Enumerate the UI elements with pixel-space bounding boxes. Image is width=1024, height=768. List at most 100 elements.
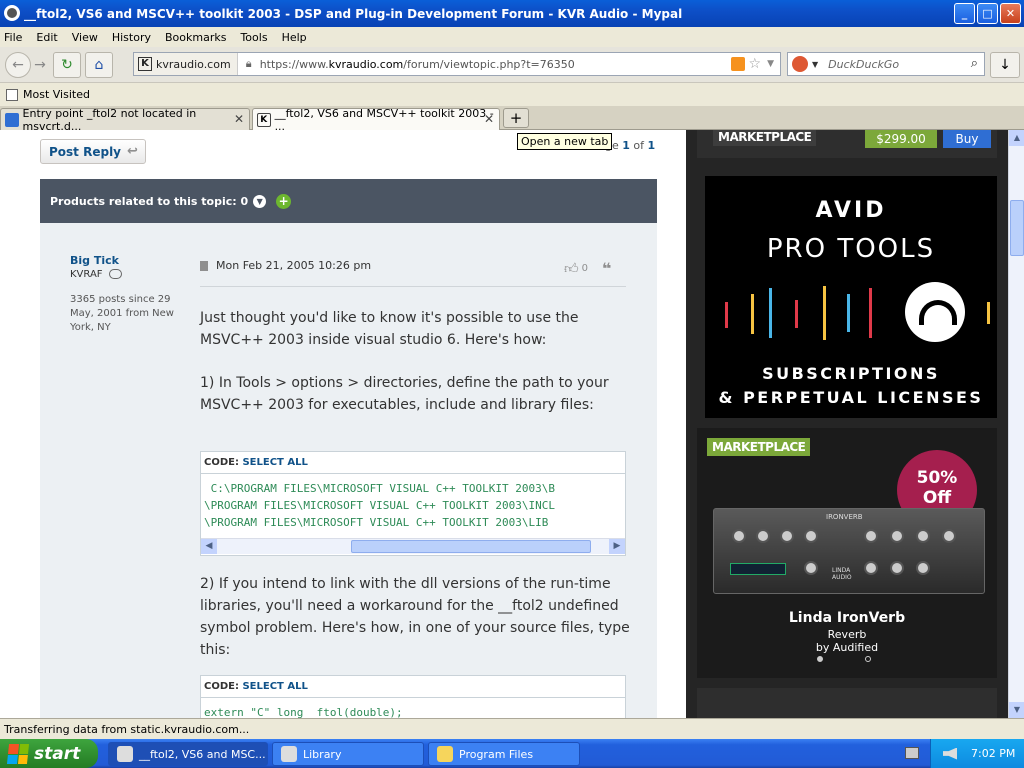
back-button[interactable]: ← (5, 51, 31, 78)
quote-icon[interactable]: ❝ (602, 259, 611, 278)
speaker-icon[interactable] (943, 747, 957, 760)
menu-file[interactable]: File (4, 31, 22, 44)
forum-post: Big Tick KVRAF 3365 posts since 29 May, … (40, 223, 657, 718)
search-input[interactable]: DuckDuckGo (828, 58, 899, 71)
code-block: CODE: SELECT ALL extern "C" long _ftol(d… (200, 675, 626, 718)
pro-tools-logo-icon (905, 282, 965, 342)
minimize-button[interactable]: _ (954, 3, 975, 24)
expand-chevron-icon[interactable]: ▼ (253, 194, 267, 208)
new-tab-button[interactable]: + (503, 108, 529, 128)
code-horizontal-scrollbar[interactable]: ◀ ▶ (201, 538, 625, 554)
pagination: ge 1 of 1 (605, 139, 656, 152)
kvr-tab-icon: K (257, 112, 271, 127)
buy-button[interactable]: Buy (943, 130, 991, 148)
rss-icon[interactable] (730, 57, 745, 71)
code-block: CODE: SELECT ALL C:\PROGRAM FILES\MICROS… (200, 451, 626, 556)
taskbar-browser[interactable]: __ftol2, VS6 and MSC... (108, 742, 268, 766)
site-label: kvraudio.com (156, 57, 231, 71)
scroll-right-icon[interactable]: ▶ (609, 539, 625, 554)
code-content[interactable]: C:\PROGRAM FILES\MICROSOFT VISUAL C++ TO… (201, 474, 625, 536)
add-product-icon[interactable]: + (276, 193, 292, 209)
marketplace-label: MARKETPLACE (707, 438, 811, 456)
taskbar-program-files[interactable]: Program Files (428, 742, 580, 766)
reply-icon: ↩ (127, 144, 138, 159)
windows-logo-icon (6, 743, 30, 764)
system-tray: 7:02 PM (930, 739, 1024, 768)
post-paragraph: 2) If you intend to link with the dll ve… (200, 576, 630, 658)
menu-help[interactable]: Help (282, 31, 307, 44)
product-title[interactable]: Linda IronVerb (697, 610, 997, 626)
address-bar[interactable]: K kvraudio.com 🔒︎ https://www.kvraudio.c… (133, 52, 781, 76)
reload-button[interactable]: ↻ (53, 51, 81, 78)
scroll-thumb[interactable] (351, 540, 591, 553)
back-arrow-icon: ← (12, 56, 24, 73)
menu-view[interactable]: View (72, 31, 98, 44)
ad-placeholder (697, 688, 997, 718)
scroll-thumb[interactable] (1010, 200, 1024, 256)
tooltip: Open a new tab (517, 133, 613, 150)
menu-bookmarks[interactable]: Bookmarks (165, 31, 226, 44)
code-header: CODE: SELECT ALL (201, 452, 625, 474)
marketplace-strip: MARKETPLACE $299.00 Buy (697, 130, 997, 158)
search-icon[interactable]: ⌕ (971, 56, 978, 71)
url-text[interactable]: https://www.kvraudio.com/forum/viewtopic… (260, 58, 731, 71)
menu-edit[interactable]: Edit (36, 31, 57, 44)
tab-ftol2[interactable]: K __ftol2, VS6 and MSCV++ toolkit 2003 -… (252, 107, 500, 133)
bookmark-star-icon[interactable]: ☆ (749, 56, 762, 72)
carousel-dots (817, 656, 871, 662)
marketplace-label: MARKETPLACE (713, 130, 817, 146)
message-bubble-icon[interactable] (108, 269, 122, 279)
folder-icon (437, 746, 453, 762)
author-info: 3365 posts since 29 May, 2001 from New Y… (70, 294, 174, 333)
menu-tools[interactable]: Tools (240, 31, 267, 44)
taskbar-library[interactable]: Library (272, 742, 424, 766)
select-all-link[interactable]: SELECT ALL (242, 457, 307, 468)
post-actions: 👍︎ 0 ❝ (564, 259, 611, 278)
like-count: 0 (581, 263, 589, 274)
status-text: Transferring data from static.kvraudio.c… (4, 722, 250, 736)
search-engine-dropdown-icon[interactable]: ▼ (812, 60, 818, 69)
reload-icon: ↻ (61, 56, 73, 73)
downloads-button[interactable]: ↓ (990, 52, 1020, 78)
scroll-down-icon[interactable]: ▼ (1009, 702, 1024, 718)
scroll-left-icon[interactable]: ◀ (201, 539, 217, 554)
code-content[interactable]: extern "C" long _ftol(double); (201, 698, 625, 718)
download-arrow-icon: ↓ (999, 57, 1011, 73)
page-vertical-scrollbar[interactable]: ▲ ▼ (1008, 130, 1024, 718)
start-button[interactable]: start (0, 739, 98, 768)
forum-column: Post Reply↩ ge 1 of 1 Products related t… (0, 130, 686, 718)
duckduckgo-icon[interactable] (792, 56, 808, 72)
forward-button[interactable]: → (31, 56, 49, 74)
bookmark-most-visited[interactable]: Most Visited (23, 88, 90, 101)
post-paragraph: 1) In Tools > options > directories, def… (200, 375, 609, 413)
carousel-dot[interactable] (865, 656, 871, 662)
close-button[interactable]: ✕ (1000, 3, 1021, 24)
pro-tools-subtitle: SUBSCRIPTIONS & PERPETUAL LICENSES (718, 364, 984, 407)
carousel-dot[interactable] (817, 656, 823, 662)
search-bar[interactable]: ▼ DuckDuckGo ⌕ (787, 52, 985, 76)
close-tab-icon[interactable]: ✕ (234, 112, 244, 126)
ironverb-ad[interactable]: MARKETPLACE 50% Off IRONVERB LINDA AUDIO … (697, 428, 997, 678)
pro-tools-ad[interactable]: AVID PRO TOOLS SUBSCRIPTIONS & PERPETUAL … (705, 176, 997, 418)
tab-bar: Entry point _ftol2 not located in msvcrt… (0, 106, 1024, 133)
maximize-button[interactable]: □ (977, 3, 998, 24)
home-button[interactable]: ⌂ (85, 51, 113, 78)
keyboard-icon[interactable] (905, 747, 919, 759)
browser-app-icon[interactable] (4, 5, 20, 21)
menu-history[interactable]: History (112, 31, 151, 44)
price-tag[interactable]: $299.00 (865, 130, 937, 148)
post-reply-button[interactable]: Post Reply ↩ (40, 139, 146, 164)
close-tab-icon[interactable]: ✕ (484, 112, 494, 126)
tab-entry-point[interactable]: Entry point _ftol2 not located in msvcrt… (0, 107, 250, 133)
url-dropdown-icon[interactable]: ▼ (767, 59, 774, 69)
divider (200, 286, 626, 287)
home-icon: ⌂ (94, 56, 104, 73)
post-author[interactable]: Big Tick (70, 254, 119, 267)
clock[interactable]: 7:02 PM (971, 747, 1015, 760)
lock-icon[interactable]: 🔒︎ (242, 57, 256, 71)
thumbs-up-icon[interactable]: 👍︎ (564, 260, 579, 277)
select-all-link[interactable]: SELECT ALL (242, 681, 307, 692)
ironverb-device-image: IRONVERB LINDA AUDIO (713, 508, 985, 594)
scroll-up-icon[interactable]: ▲ (1009, 130, 1024, 146)
site-identity[interactable]: K kvraudio.com (134, 53, 238, 75)
